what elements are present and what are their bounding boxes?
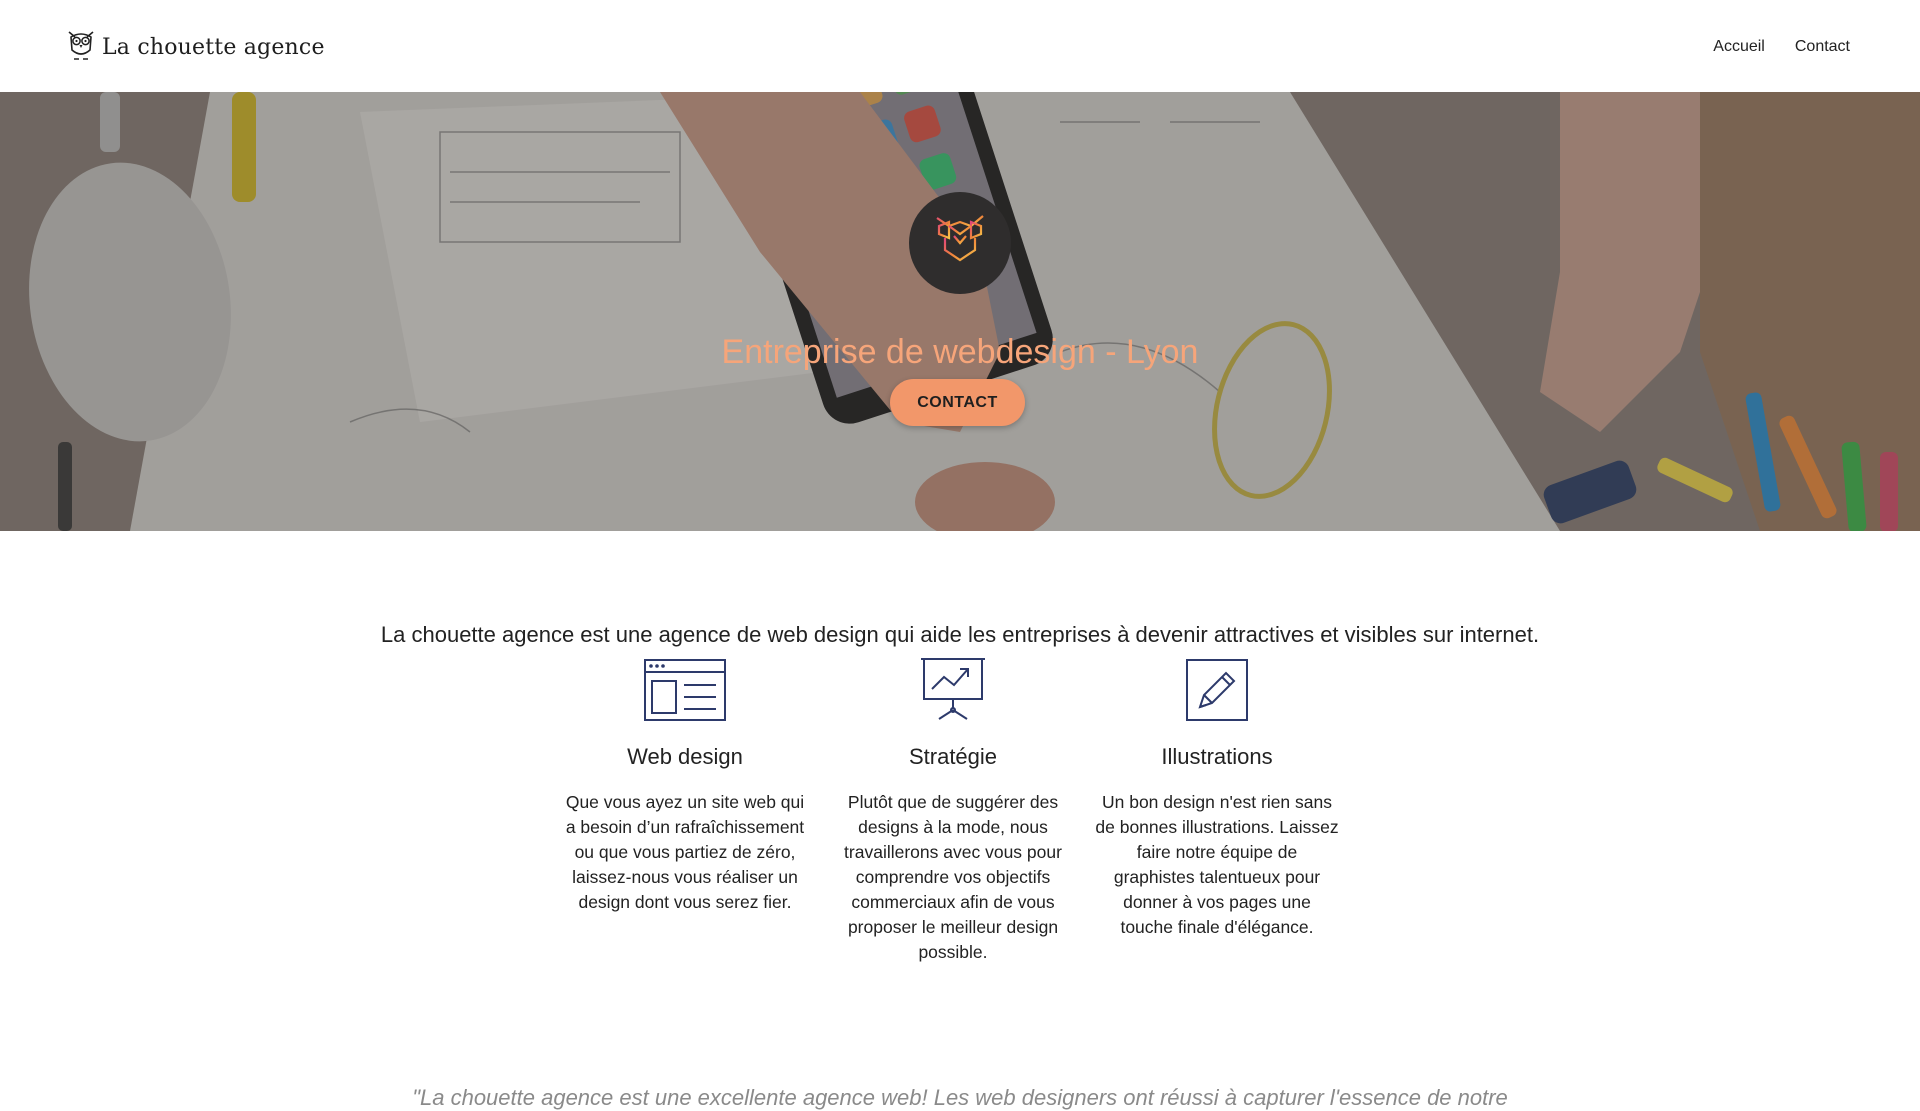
service-title: Web design (627, 744, 743, 769)
pencil-icon (1186, 659, 1248, 726)
web-layout-icon (644, 659, 726, 726)
service-description: Plutôt que de suggérer des designs à la … (844, 792, 1062, 962)
owl-geometric-icon (933, 212, 987, 275)
service-description: Un bon design n'est rien sans de bonnes … (1095, 792, 1339, 937)
hero-title: Entreprise de webdesign - Lyon (721, 332, 1199, 371)
service-web-design: Web design Que vous ayez un site web qui… (560, 659, 810, 915)
owl-logo-icon (66, 28, 96, 67)
hero-dark-overlay (0, 92, 1920, 531)
nav-link-contact[interactable]: Contact (1795, 38, 1850, 56)
site-header: La chouette agence Accueil Contact (0, 0, 1920, 92)
services-section: Web design Que vous ayez un site web qui… (560, 657, 1360, 980)
hero-owl-badge (909, 192, 1011, 294)
service-title: Stratégie (908, 744, 998, 769)
nav-link-accueil[interactable]: Accueil (1713, 38, 1765, 56)
intro-text: La chouette agence est une agence de web… (380, 622, 1540, 647)
brand-logo-link[interactable]: La chouette agence (66, 28, 325, 67)
brand-name: La chouette agence (102, 35, 325, 60)
service-illustrations: Illustrations Un bon design n'est rien s… (1092, 659, 1342, 940)
hero-banner: Entreprise de webdesign - Lyon CONTACT (0, 92, 1920, 531)
service-strategie: Stratégie Plutôt que de suggérer des des… (828, 657, 1078, 965)
service-title: Illustrations (1161, 744, 1273, 769)
testimonial-quote: "La chouette agence est une excellente a… (412, 1085, 1508, 1110)
presentation-chart-icon (920, 657, 986, 726)
contact-button[interactable]: CONTACT (890, 379, 1025, 426)
main-nav: Accueil Contact (1713, 38, 1850, 56)
service-description: Que vous ayez un site web qui a besoin d… (565, 792, 805, 912)
